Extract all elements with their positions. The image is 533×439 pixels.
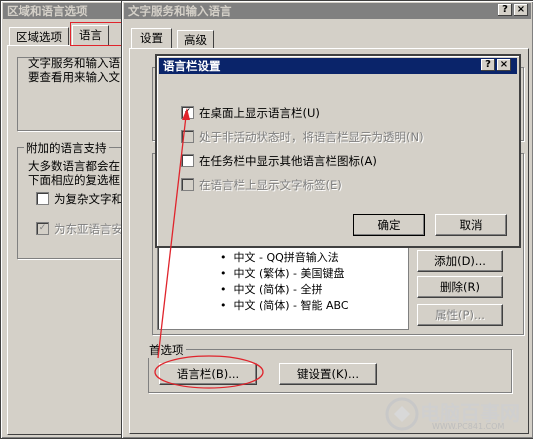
watermark-logo-icon [385, 397, 419, 431]
dialog-help-button[interactable]: ? [481, 59, 495, 71]
text-services-titlebar: 文字服务和输入语言 [124, 3, 531, 19]
complex-script-checkbox[interactable] [36, 192, 49, 205]
preferences-group: 首选项 语言栏(B)... 键设置(K)... [147, 342, 512, 393]
list-item[interactable]: • 中文 (简体) - 全拼 [220, 281, 323, 297]
cancel-button[interactable]: 取消 [435, 214, 507, 236]
regional-options-titlebar: 区域和语言选项 [3, 3, 129, 19]
text-services-title: 文字服务和输入语言 [128, 4, 232, 18]
add-button[interactable]: 添加(D)... [417, 250, 503, 272]
complex-script-label: 为复杂文字和 [54, 192, 123, 206]
watermark-url: WWW.PC841.COM [432, 422, 505, 431]
dialog-close-button[interactable]: × [497, 59, 511, 71]
list-item[interactable]: • 中文 (繁体) - 美国键盘 [220, 265, 345, 281]
text-labels-checkbox [181, 178, 194, 191]
properties-button: 属性(P)... [417, 304, 503, 326]
ok-button[interactable]: 确定 [353, 214, 425, 236]
list-item[interactable]: • 中文 (简体) - 智能 ABC [220, 297, 349, 313]
text-services-desc-line2: 要查看用来输入文 [28, 70, 120, 84]
text-services-help-button[interactable]: ? [498, 4, 512, 16]
supplemental-language-label: 附加的语言支持 [24, 140, 109, 156]
tab-regional-options[interactable]: 区域选项 [9, 27, 69, 46]
watermark: 电脑百事网 WWW.PC841.COM [384, 395, 530, 435]
language-bar-settings-title: 语言栏设置 [163, 59, 221, 73]
tab-highlight-box [70, 22, 127, 46]
text-labels-label: 在语言栏上显示文字标签(E) [199, 178, 342, 192]
supplemental-desc-line2: 下面相应的复选框 [28, 173, 120, 187]
key-settings-button[interactable]: 键设置(K)... [279, 363, 377, 385]
regional-options-window: 区域和语言选项 区域选项 语言 文字服务和输入语 要查看用来输入文 附加的语言支… [0, 0, 139, 439]
east-asian-label: 为东亚语言安 [54, 222, 123, 236]
taskbar-icons-label: 在任务栏中显示其他语言栏图标(A) [199, 154, 377, 168]
transparent-when-inactive-checkbox [181, 130, 194, 143]
east-asian-checkbox: ✓ [36, 222, 49, 235]
language-bar-button[interactable]: 语言栏(B)... [159, 363, 257, 385]
regional-options-title: 区域和语言选项 [7, 4, 88, 18]
show-on-desktop-label: 在桌面上显示语言栏(U) [199, 106, 320, 120]
transparent-when-inactive-label: 处于非活动状态时，将语言栏显示为透明(N) [199, 130, 424, 144]
list-item[interactable]: • 中文 - QQ拼音输入法 [220, 249, 339, 265]
tab-advanced[interactable]: 高级 [177, 30, 214, 49]
preferences-label: 首选项 [147, 342, 186, 358]
show-on-desktop-checkbox[interactable]: ✓ [181, 106, 194, 119]
text-services-close-button[interactable]: × [514, 4, 528, 16]
taskbar-icons-checkbox[interactable] [181, 154, 194, 167]
language-bar-settings-dialog: 语言栏设置 ? × ✓ 在桌面上显示语言栏(U) 处于非活动状态时，将语言栏显示… [155, 54, 521, 248]
installed-services-list[interactable]: • 中文 - QQ拼音输入法 • 中文 (繁体) - 美国键盘 • 中文 (简体… [157, 244, 409, 330]
language-bar-settings-titlebar: 语言栏设置 [159, 58, 517, 74]
tab-settings[interactable]: 设置 [131, 28, 172, 49]
remove-button[interactable]: 删除(R) [417, 276, 503, 298]
